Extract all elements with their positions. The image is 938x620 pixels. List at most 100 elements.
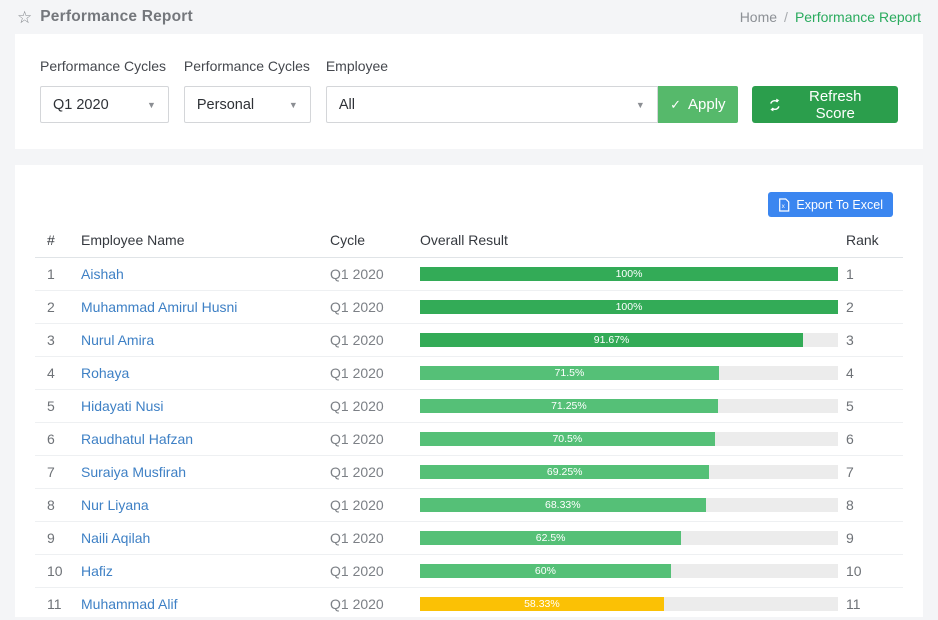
row-index: 10 <box>35 555 81 588</box>
chevron-down-icon: ▼ <box>636 100 645 110</box>
breadcrumb-separator: / <box>784 9 788 25</box>
chevron-down-icon: ▼ <box>289 100 298 110</box>
employee-name-link[interactable]: Naili Aqilah <box>81 530 150 546</box>
refresh-score-button[interactable]: Refresh Score <box>752 86 898 123</box>
refresh-score-label: Refresh Score <box>789 88 882 122</box>
table-row: 11 Muhammad Alif Q1 2020 58.33% 11 <box>35 588 903 620</box>
table-header-row: # Employee Name Cycle Overall Result Ran… <box>35 226 903 258</box>
row-index: 2 <box>35 291 81 324</box>
col-header-index: # <box>35 226 81 258</box>
result-percentage-label: 60% <box>535 564 556 578</box>
table-row: 8 Nur Liyana Q1 2020 68.33% 8 <box>35 489 903 522</box>
employee-select-value: All <box>339 97 355 113</box>
result-progress-track: 69.25% <box>420 465 838 479</box>
rank-value: 6 <box>846 423 903 456</box>
result-percentage-label: 100% <box>616 300 643 314</box>
apply-button[interactable]: ✓ Apply <box>658 86 738 123</box>
refresh-icon <box>768 98 782 112</box>
result-progress-track: 62.5% <box>420 531 838 545</box>
result-progress-bar: 91.67% <box>420 333 803 347</box>
employee-name-link[interactable]: Nurul Amira <box>81 332 154 348</box>
result-percentage-label: 58.33% <box>524 597 560 611</box>
employee-name-link[interactable]: Raudhatul Hafzan <box>81 431 193 447</box>
report-table-body: 1 Aishah Q1 2020 100% 1 2 Muhammad Amiru… <box>35 258 903 620</box>
result-progress-track: 60% <box>420 564 838 578</box>
cycle-value: Q1 2020 <box>330 324 420 357</box>
result-progress-bar: 69.25% <box>420 465 709 479</box>
rank-value: 4 <box>846 357 903 390</box>
cycle-select-value: Q1 2020 <box>53 97 109 113</box>
col-header-employee-name: Employee Name <box>81 226 330 258</box>
employee-name-link[interactable]: Nur Liyana <box>81 497 149 513</box>
result-percentage-label: 62.5% <box>536 531 566 545</box>
rank-value: 7 <box>846 456 903 489</box>
cycle-value: Q1 2020 <box>330 390 420 423</box>
employee-name-link[interactable]: Muhammad Amirul Husni <box>81 299 237 315</box>
apply-button-label: Apply <box>688 96 726 113</box>
employee-select[interactable]: All ▼ <box>326 86 658 123</box>
cycle-filter-label: Performance Cycles <box>40 58 169 74</box>
result-progress-bar: 70.5% <box>420 432 715 446</box>
result-percentage-label: 91.67% <box>594 333 630 347</box>
result-progress-track: 100% <box>420 267 838 281</box>
row-index: 3 <box>35 324 81 357</box>
result-progress-track: 91.67% <box>420 333 838 347</box>
export-to-excel-button[interactable]: x Export To Excel <box>768 192 893 217</box>
svg-text:x: x <box>782 203 786 210</box>
table-row: 6 Raudhatul Hafzan Q1 2020 70.5% 6 <box>35 423 903 456</box>
star-icon[interactable]: ☆ <box>17 9 32 26</box>
table-row: 10 Hafiz Q1 2020 60% 10 <box>35 555 903 588</box>
cycle-value: Q1 2020 <box>330 555 420 588</box>
export-to-excel-label: Export To Excel <box>796 198 883 212</box>
result-progress-bar: 100% <box>420 267 838 281</box>
cycle-value: Q1 2020 <box>330 258 420 291</box>
cycle-value: Q1 2020 <box>330 423 420 456</box>
result-progress-bar: 71.25% <box>420 399 718 413</box>
table-row: 2 Muhammad Amirul Husni Q1 2020 100% 2 <box>35 291 903 324</box>
cycle-value: Q1 2020 <box>330 456 420 489</box>
result-percentage-label: 71.25% <box>551 399 587 413</box>
employee-name-link[interactable]: Hidayati Nusi <box>81 398 163 414</box>
report-panel: x Export To Excel # Employee Name Cycle … <box>15 165 923 617</box>
table-row: 7 Suraiya Musfirah Q1 2020 69.25% 7 <box>35 456 903 489</box>
result-progress-track: 58.33% <box>420 597 838 611</box>
chevron-down-icon: ▼ <box>147 100 156 110</box>
employee-name-link[interactable]: Rohaya <box>81 365 129 381</box>
employee-name-link[interactable]: Aishah <box>81 266 124 282</box>
row-index: 8 <box>35 489 81 522</box>
rank-value: 11 <box>846 588 903 620</box>
type-select[interactable]: Personal ▼ <box>184 86 311 123</box>
row-index: 4 <box>35 357 81 390</box>
breadcrumb-home-link[interactable]: Home <box>740 9 777 25</box>
row-index: 11 <box>35 588 81 620</box>
result-progress-track: 100% <box>420 300 838 314</box>
row-index: 9 <box>35 522 81 555</box>
result-progress-track: 70.5% <box>420 432 838 446</box>
table-row: 1 Aishah Q1 2020 100% 1 <box>35 258 903 291</box>
cycle-value: Q1 2020 <box>330 291 420 324</box>
type-select-value: Personal <box>197 97 254 113</box>
result-progress-bar: 58.33% <box>420 597 664 611</box>
result-progress-bar: 68.33% <box>420 498 706 512</box>
col-header-overall-result: Overall Result <box>420 226 846 258</box>
employee-filter-label: Employee <box>326 58 658 74</box>
breadcrumb-current: Performance Report <box>795 9 921 25</box>
breadcrumb: Home / Performance Report <box>740 9 921 25</box>
result-progress-bar: 71.5% <box>420 366 719 380</box>
page-title: Performance Report <box>40 8 193 26</box>
employee-name-link[interactable]: Suraiya Musfirah <box>81 464 186 480</box>
employee-name-link[interactable]: Muhammad Alif <box>81 596 177 612</box>
cycle-value: Q1 2020 <box>330 522 420 555</box>
rank-value: 1 <box>846 258 903 291</box>
top-bar: ☆ Performance Report Home / Performance … <box>0 0 938 34</box>
result-progress-track: 68.33% <box>420 498 838 512</box>
excel-file-icon: x <box>778 198 790 212</box>
cycle-select[interactable]: Q1 2020 ▼ <box>40 86 169 123</box>
row-index: 5 <box>35 390 81 423</box>
rank-value: 5 <box>846 390 903 423</box>
result-progress-track: 71.5% <box>420 366 838 380</box>
cycle-value: Q1 2020 <box>330 588 420 620</box>
type-filter-label: Performance Cycles <box>184 58 311 74</box>
table-row: 3 Nurul Amira Q1 2020 91.67% 3 <box>35 324 903 357</box>
employee-name-link[interactable]: Hafiz <box>81 563 113 579</box>
